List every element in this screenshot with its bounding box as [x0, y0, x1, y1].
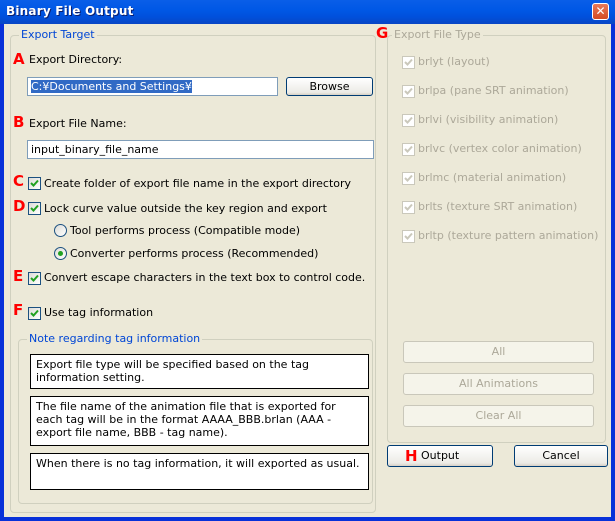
tool-performs-label[interactable]: Tool performs process (Compatible mode)	[70, 224, 300, 237]
checkmark-icon	[30, 179, 39, 187]
marker-d: D	[13, 197, 26, 215]
marker-b: B	[13, 113, 25, 131]
file-type-checkbox[interactable]	[402, 143, 415, 156]
checkmark-icon	[404, 203, 413, 211]
export-file-name-label: Export File Name:	[29, 117, 127, 130]
file-type-checkbox[interactable]	[402, 114, 415, 127]
export-directory-value: C:¥Documents and Settings¥	[31, 80, 192, 93]
output-button-label: Output	[421, 449, 460, 462]
checkmark-icon	[30, 274, 39, 282]
converter-performs-radio[interactable]	[54, 247, 67, 260]
dialog-body: Export Target A Export Directory: C:¥Doc…	[4, 24, 611, 517]
checkmark-icon	[30, 309, 39, 317]
clear-all-button[interactable]: Clear All	[403, 405, 594, 427]
close-icon: ✕	[595, 4, 606, 18]
marker-f: F	[13, 301, 24, 319]
export-target-legend: Export Target	[19, 28, 97, 41]
marker-a: A	[13, 50, 25, 68]
export-file-name-input[interactable]: input_binary_file_name	[27, 140, 374, 159]
checkmark-icon	[404, 174, 413, 182]
file-type-checkbox[interactable]	[402, 85, 415, 98]
file-type-checkbox[interactable]	[402, 56, 415, 69]
all-button[interactable]: All	[403, 341, 594, 363]
checkmark-icon	[404, 145, 413, 153]
converter-performs-label[interactable]: Converter performs process (Recommended)	[70, 247, 318, 260]
radio-selected-dot	[58, 251, 63, 256]
marker-c: C	[13, 172, 25, 190]
checkmark-icon	[404, 58, 413, 66]
checkmark-icon	[30, 204, 39, 212]
file-type-label[interactable]: brlvi (visibility animation)	[418, 113, 558, 126]
checkmark-icon	[404, 232, 413, 240]
convert-escape-label[interactable]: Convert escape characters in the text bo…	[44, 271, 365, 284]
output-button[interactable]: H Output	[387, 445, 493, 467]
export-file-name-value: input_binary_file_name	[31, 143, 159, 156]
note-legend: Note regarding tag information	[27, 332, 203, 345]
file-type-checkbox[interactable]	[402, 201, 415, 214]
window-title: Binary File Output	[6, 4, 134, 18]
note-item: When there is no tag information, it wil…	[30, 453, 369, 490]
export-directory-label: Export Directory:	[29, 53, 123, 66]
checkmark-icon	[404, 87, 413, 95]
convert-escape-checkbox[interactable]	[28, 272, 41, 285]
export-directory-input[interactable]: C:¥Documents and Settings¥	[27, 77, 278, 96]
create-folder-label[interactable]: Create folder of export file name in the…	[44, 177, 351, 190]
create-folder-checkbox[interactable]	[28, 177, 41, 190]
lock-curve-label[interactable]: Lock curve value outside the key region …	[44, 202, 327, 215]
cancel-button[interactable]: Cancel	[514, 445, 608, 467]
marker-h: H	[405, 447, 418, 465]
file-type-label[interactable]: brlmc (material animation)	[418, 171, 566, 184]
use-tag-checkbox[interactable]	[28, 307, 41, 320]
tool-performs-radio[interactable]	[54, 224, 67, 237]
file-type-label[interactable]: brlyt (layout)	[418, 55, 490, 68]
use-tag-label[interactable]: Use tag information	[44, 306, 153, 319]
checkmark-icon	[404, 116, 413, 124]
binary-file-output-dialog: Binary File Output ✕ Export Target A Exp…	[0, 0, 615, 521]
file-type-checkbox[interactable]	[402, 230, 415, 243]
title-bar[interactable]: Binary File Output ✕	[0, 0, 615, 24]
file-type-label[interactable]: brlvc (vertex color animation)	[418, 142, 582, 155]
all-animations-button[interactable]: All Animations	[403, 373, 594, 395]
marker-e: E	[13, 267, 24, 285]
lock-curve-checkbox[interactable]	[28, 202, 41, 215]
file-type-label[interactable]: brlpa (pane SRT animation)	[418, 84, 569, 97]
file-type-label[interactable]: brltp (texture pattern animation)	[418, 229, 598, 242]
export-file-type-legend: Export File Type	[392, 28, 483, 41]
close-button[interactable]: ✕	[592, 3, 609, 20]
note-item: The file name of the animation file that…	[30, 396, 369, 446]
file-type-checkbox[interactable]	[402, 172, 415, 185]
browse-button[interactable]: Browse	[286, 77, 373, 96]
file-type-label[interactable]: brlts (texture SRT animation)	[418, 200, 577, 213]
note-item: Export file type will be specified based…	[30, 354, 369, 389]
